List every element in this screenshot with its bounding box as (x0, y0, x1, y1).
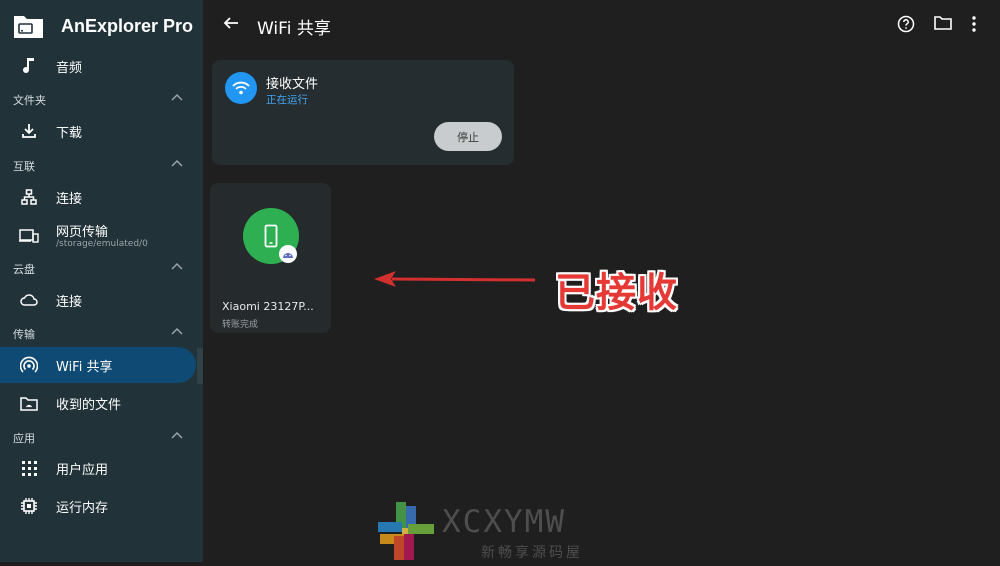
section-title: 文件夹 (13, 94, 46, 107)
chevron-up-icon (171, 429, 183, 442)
back-arrow-icon[interactable] (223, 15, 239, 35)
watermark-logo-icon (378, 502, 434, 560)
sidebar-item-label: 网页传输 (56, 225, 109, 240)
music-note-icon (19, 56, 39, 76)
annotation-label: 已接收 (555, 270, 678, 316)
device-name: Xiaomi 23127P... (222, 300, 314, 313)
sidebar-item-label: 用户应用 (56, 462, 109, 478)
network-icon (19, 187, 39, 207)
memory-chip-icon (19, 496, 39, 516)
android-icon (279, 245, 297, 263)
chevron-up-icon (171, 91, 183, 104)
sidebar-item-user-apps[interactable]: 用户应用 (0, 450, 203, 486)
sidebar-scrollbar[interactable] (197, 348, 203, 384)
wifi-icon (225, 72, 257, 104)
section-header-apps[interactable]: 应用 (13, 430, 183, 446)
annotation-arrow (374, 271, 536, 287)
sidebar-item-received-files[interactable]: 收到的文件 (0, 385, 203, 421)
sidebar-item-path: /storage/emulated/0 (56, 239, 148, 249)
toolbar: WiFi 共享 (203, 0, 1000, 52)
section-title: 互联 (13, 160, 35, 173)
watermark: XCXYMW 新畅享源码屋 (374, 500, 624, 562)
chevron-up-icon (171, 325, 183, 338)
cloud-icon (19, 290, 39, 310)
sidebar-item-memory[interactable]: 运行内存 (0, 488, 203, 524)
device-status: 转账完成 (222, 320, 259, 330)
stop-button[interactable]: 停止 (434, 122, 502, 151)
download-icon (19, 121, 39, 141)
sidebar-item-label: 连接 (56, 294, 83, 310)
sidebar-item-web-transfer[interactable]: 网页传输 /storage/emulated/0 (0, 218, 203, 254)
card-title: 接收文件 (266, 77, 319, 92)
page-title: WiFi 共享 (257, 19, 331, 39)
sidebar-item-cloud-connect[interactable]: 连接 (0, 282, 203, 318)
chevron-up-icon (171, 260, 183, 273)
sidebar-item-label: 运行内存 (56, 500, 109, 516)
app-title: AnExplorer Pro (61, 15, 194, 36)
section-header-folders[interactable]: 文件夹 (13, 92, 183, 108)
app-logo-icon (12, 12, 45, 40)
sidebar-item-label: WiFi 共享 (56, 359, 113, 375)
sidebar-item-audio[interactable]: 音频 (0, 48, 203, 84)
sidebar-item-wifi-share[interactable]: WiFi 共享 (0, 347, 196, 383)
section-header-connect[interactable]: 互联 (13, 158, 183, 174)
help-icon[interactable] (897, 15, 915, 37)
apps-grid-icon (19, 458, 39, 478)
section-title: 应用 (13, 432, 35, 445)
sidebar-item-label: 音频 (56, 60, 83, 76)
folder-icon[interactable] (934, 15, 952, 34)
app-brand: AnExplorer Pro (12, 10, 193, 42)
sidebar-item-download[interactable]: 下载 (0, 113, 203, 149)
device-tile[interactable]: Xiaomi 23127P... 转账完成 (210, 183, 331, 333)
sidebar-item-label: 收到的文件 (56, 397, 122, 413)
navigation-drawer: AnExplorer Pro 音频 文件夹 下载 互联 连接 网页传输 /sto… (0, 0, 203, 562)
sidebar-item-label: 连接 (56, 191, 83, 207)
sidebar-item-label: 下载 (56, 125, 83, 141)
section-header-transfer[interactable]: 传输 (13, 326, 183, 342)
watermark-subtitle: 新畅享源码屋 (481, 545, 583, 561)
devices-icon (19, 226, 39, 246)
received-folder-icon (19, 393, 39, 413)
wifi-tethering-icon (19, 355, 39, 375)
chevron-up-icon (171, 157, 183, 170)
receive-files-card: 接收文件 正在运行 停止 (212, 60, 514, 165)
section-title: 传输 (13, 328, 35, 341)
status-text: 正在运行 (266, 94, 308, 106)
watermark-text: XCXYMW (442, 504, 566, 540)
more-vert-icon[interactable] (971, 15, 977, 37)
section-title: 云盘 (13, 263, 35, 276)
sidebar-item-network-connect[interactable]: 连接 (0, 179, 203, 215)
section-header-cloud[interactable]: 云盘 (13, 261, 183, 277)
